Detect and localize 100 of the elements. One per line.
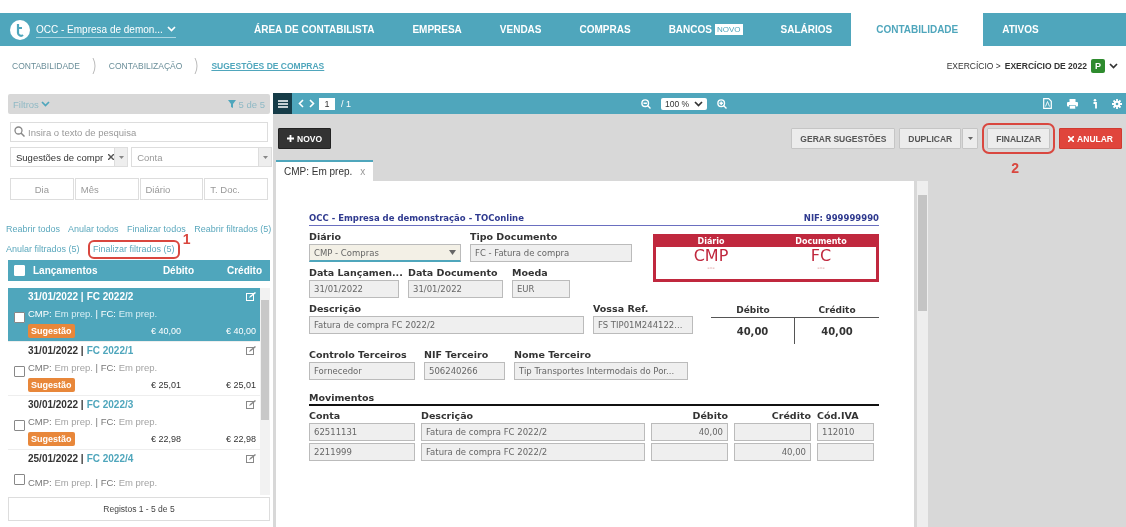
print-icon[interactable] <box>1067 98 1078 109</box>
exercise-selector[interactable]: EXERCÍCIO DE 2022 <box>1004 61 1087 71</box>
records-count: Registos 1 - 5 de 5 <box>8 497 270 521</box>
total-value: 40,00 <box>711 318 795 344</box>
total-header: Débito <box>735 305 771 315</box>
field-label: Diário <box>309 231 343 242</box>
movement-cell[interactable]: 40,00 <box>651 423 728 441</box>
checkbox[interactable] <box>14 312 25 323</box>
column-header: Crédito <box>226 265 262 276</box>
checkbox[interactable] <box>14 366 25 377</box>
zoom-out-icon[interactable] <box>641 98 651 109</box>
breadcrumb-link[interactable]: CONTABILIDADE <box>12 61 80 71</box>
input-field[interactable]: Fatura de compra FC 2022/2 <box>309 316 584 334</box>
movement-cell[interactable]: 40,00 <box>734 443 811 461</box>
breadcrumb-link[interactable]: CONTABILIZAÇÃO <box>108 61 183 71</box>
action-link[interactable]: Reabrir filtrados (5) <box>194 224 272 234</box>
next-icon[interactable] <box>309 99 315 108</box>
new-button[interactable]: NOVO <box>278 128 332 149</box>
company-nif: NIF: 999999990 <box>803 213 879 223</box>
search-field[interactable]: Insira o texto de pesquisa <box>10 122 268 142</box>
stamp-label: Documento <box>794 237 848 246</box>
previous-icon[interactable] <box>298 99 304 108</box>
plus-icon <box>287 135 294 142</box>
input-field[interactable]: EUR <box>512 280 570 298</box>
type-select[interactable]: Sugestões de compr <box>10 147 129 167</box>
dropdown-button[interactable] <box>962 128 979 149</box>
nav-tab[interactable]: VENDAS <box>480 13 561 46</box>
action-link[interactable]: Anular filtrados (5) <box>6 244 80 254</box>
menu-icon[interactable] <box>277 99 288 108</box>
field-label: NIF Terceiro <box>424 349 490 360</box>
date-field[interactable]: Dia <box>10 178 74 200</box>
date-field[interactable]: Diário <box>139 178 204 200</box>
logo-icon[interactable] <box>10 19 30 40</box>
breadcrumb-link[interactable]: SUGESTÕES DE COMPRAS <box>211 61 325 71</box>
caret-icon <box>967 137 973 140</box>
suggestion-badge: Sugestão <box>28 324 75 338</box>
document-number[interactable]: FC 2022/2 <box>86 291 134 302</box>
info-icon[interactable] <box>1093 98 1097 109</box>
edit-icon[interactable] <box>246 346 256 355</box>
nav-tab[interactable]: ATIVOS <box>983 13 1058 46</box>
nav-tab[interactable]: SALÁRIOS <box>761 13 852 46</box>
checkbox[interactable] <box>14 420 25 431</box>
input-field[interactable]: Fornecedor <box>309 362 415 380</box>
clear-icon[interactable] <box>108 154 115 160</box>
date-field[interactable]: Mês <box>74 178 139 200</box>
nav-tab[interactable]: BANCOS NOVO <box>649 13 762 46</box>
document-number[interactable]: FC 2022/4 <box>86 453 134 464</box>
nav-tab[interactable]: ÁREA DE CONTABILISTA <box>235 13 394 46</box>
annotation-number: 1 <box>182 232 191 246</box>
scrollbar[interactable] <box>917 181 928 527</box>
edit-icon[interactable] <box>246 292 256 301</box>
zoom-select[interactable]: 100 % <box>661 97 708 110</box>
action-link[interactable]: Finalizar filtrados (5) <box>93 244 175 254</box>
edit-icon[interactable] <box>246 400 256 409</box>
select-field[interactable]: CMP - Compras <box>309 244 461 262</box>
close-tab[interactable]: x <box>360 166 366 177</box>
nav-tab[interactable]: EMPRESA <box>393 13 481 46</box>
input-field[interactable]: FS TIP01M244122... <box>593 316 693 334</box>
entry-status: CMP: Em prep. | FC: Em prep. <box>28 307 159 319</box>
input-field[interactable]: Tip Transportes Intermodais do Por... <box>514 362 688 380</box>
input-field[interactable]: FC - Fatura de compra <box>470 244 632 262</box>
total-header: Crédito <box>817 305 857 315</box>
zoom-in-icon[interactable] <box>717 98 728 109</box>
movement-cell[interactable]: 62511131 <box>309 423 415 441</box>
edit-icon[interactable] <box>246 454 256 463</box>
cancel-button[interactable]: ANULAR <box>1059 128 1122 149</box>
action-link[interactable]: Finalizar todos <box>127 224 186 234</box>
entry-row[interactable]: 31/01/2022 | FC 2022/1 CMP: Em prep. | FC: Em prep. Sugestão € 25,01 € 25,01 <box>8 342 260 396</box>
action-link[interactable]: Anular todos <box>68 224 119 234</box>
document-number[interactable]: FC 2022/1 <box>86 345 134 356</box>
nav-tab[interactable]: COMPRAS <box>560 13 650 46</box>
input-field[interactable]: 506240266 <box>424 362 505 380</box>
input-field[interactable]: 31/01/2022 <box>408 280 503 298</box>
checkbox[interactable] <box>14 474 25 485</box>
debit-amount: € 22,98 <box>149 434 181 444</box>
movement-cell[interactable] <box>817 443 874 461</box>
entry-row[interactable]: 30/01/2022 | FC 2022/3 CMP: Em prep. | FC: Em prep. Sugestão € 22,98 € 22,98 <box>8 396 260 450</box>
movement-cell[interactable] <box>651 443 728 461</box>
entry-row[interactable]: 31/01/2022 | FC 2022/2 CMP: Em prep. | FC: Em prep. Sugestão € 40,00 € 40,00 <box>8 288 260 342</box>
movement-cell[interactable]: Fatura de compra FC 2022/2 <box>421 443 645 461</box>
document-tab[interactable]: CMP: Em prep. x <box>276 160 374 181</box>
action-button[interactable]: DUPLICAR <box>899 128 962 149</box>
movement-cell[interactable]: Fatura de compra FC 2022/2 <box>421 423 645 441</box>
action-button[interactable]: GERAR SUGESTÕES <box>791 128 896 149</box>
movement-cell[interactable]: 2211999 <box>309 443 415 461</box>
action-link[interactable]: Reabrir todos <box>6 224 61 234</box>
action-button[interactable]: FINALIZAR <box>987 128 1051 149</box>
nav-tab[interactable]: CONTABILIDADE <box>851 13 984 46</box>
movement-cell[interactable] <box>734 423 811 441</box>
scrollbar[interactable] <box>260 288 270 495</box>
date-field[interactable]: T. Doc. <box>204 178 268 200</box>
field-label: Tipo Documento <box>470 231 559 242</box>
document-number[interactable]: FC 2022/3 <box>86 399 134 410</box>
movement-cell[interactable]: 112010 <box>817 423 874 441</box>
input-field[interactable]: 31/01/2022 <box>309 280 399 298</box>
pdf-icon[interactable] <box>1043 98 1052 109</box>
account-select[interactable]: Conta <box>131 147 273 167</box>
company-selector[interactable]: OCC - Empresa de demon... <box>36 21 176 38</box>
page-field[interactable]: 1 <box>319 97 335 110</box>
settings-icon[interactable] <box>1112 98 1122 109</box>
